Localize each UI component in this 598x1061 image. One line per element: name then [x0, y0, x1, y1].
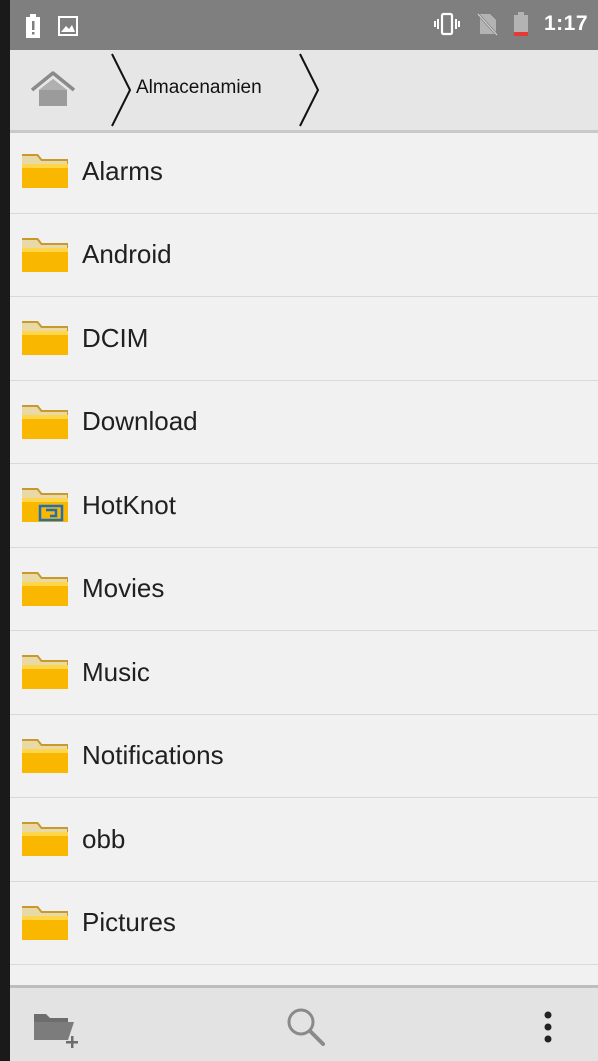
- file-list-item[interactable]: Notifications: [10, 715, 598, 798]
- breadcrumb-home-button[interactable]: [28, 68, 78, 112]
- file-manager-screen: 1:17 Almacenamien Alarms Android DCIM Downl…: [10, 0, 598, 1061]
- breadcrumb-current[interactable]: Almacenamien: [136, 77, 292, 99]
- hotknot-folder-icon: [22, 488, 68, 522]
- folder-icon: [22, 738, 68, 773]
- no-sim-icon: [477, 13, 498, 36]
- overflow-menu-button[interactable]: [538, 1004, 558, 1050]
- breadcrumb: Almacenamien: [10, 50, 598, 133]
- folder-icon: [22, 905, 68, 940]
- status-right-icons: 1:17: [433, 12, 588, 36]
- file-list-item[interactable]: Movies: [10, 548, 598, 631]
- folder-icon: [22, 237, 68, 272]
- file-name: Android: [82, 239, 172, 270]
- file-list-item[interactable]: obb: [10, 798, 598, 882]
- search-icon: [287, 1008, 325, 1046]
- folder-icon: [22, 655, 68, 689]
- vibrate-icon: [433, 12, 460, 36]
- status-bar: 1:17: [10, 0, 598, 50]
- battery-low-icon: [513, 12, 528, 36]
- breadcrumb-separator-icon: [299, 53, 320, 127]
- file-name: Notifications: [82, 740, 224, 771]
- file-list: Alarms Android DCIM Download HotKnot Movies Mu…: [10, 130, 598, 983]
- file-name: Movies: [82, 573, 165, 604]
- file-name: Music: [82, 656, 150, 687]
- file-list-item[interactable]: Android: [10, 214, 598, 297]
- status-time: 1:17: [543, 12, 588, 35]
- file-name: Download: [82, 406, 198, 437]
- image-notification-icon: [58, 16, 78, 36]
- file-list-item[interactable]: HotKnot: [10, 464, 598, 548]
- file-name: Alarms: [82, 155, 163, 186]
- file-list-item[interactable]: Download: [10, 381, 598, 464]
- bottom-toolbar: [10, 985, 598, 1061]
- new-folder-button[interactable]: [32, 1004, 86, 1050]
- file-name: Pictures: [82, 907, 176, 938]
- file-list-item[interactable]: Music: [10, 631, 598, 715]
- file-list-item[interactable]: DCIM: [10, 297, 598, 381]
- folder-icon: [22, 571, 68, 606]
- file-name: DCIM: [82, 322, 149, 353]
- file-name: HotKnot: [82, 489, 176, 520]
- battery-alert-icon: [26, 14, 40, 38]
- file-list-item[interactable]: [10, 965, 598, 983]
- file-list-item[interactable]: Alarms: [10, 130, 598, 214]
- folder-icon: [22, 154, 68, 188]
- file-list-item[interactable]: Pictures: [10, 882, 598, 965]
- search-button[interactable]: [284, 1004, 328, 1050]
- more-vert-icon: [544, 1011, 552, 1043]
- breadcrumb-separator-icon: [111, 53, 132, 127]
- folder-icon: [22, 822, 68, 856]
- folder-icon: [22, 404, 68, 439]
- home-icon: [30, 71, 76, 106]
- new-folder-icon: [34, 1014, 78, 1048]
- file-name: obb: [82, 823, 126, 854]
- folder-icon: [22, 321, 68, 355]
- status-left-icons: [26, 14, 78, 38]
